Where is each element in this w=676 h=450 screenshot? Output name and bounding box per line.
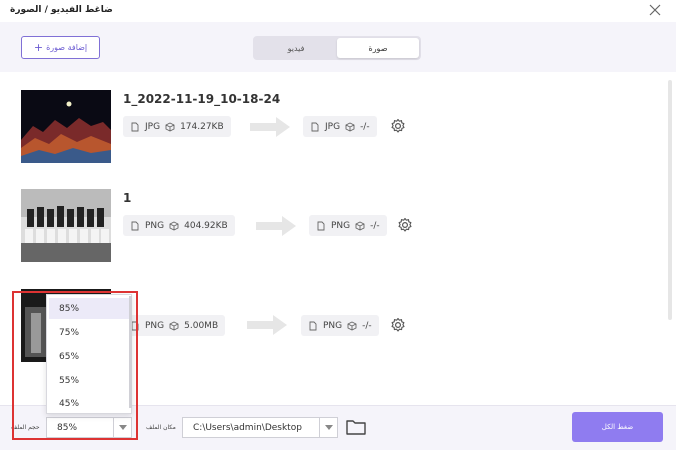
- window-title: ضاغط الفيديو / الصورة: [10, 5, 113, 15]
- source-size: 5.00MB: [184, 320, 219, 331]
- add-image-button[interactable]: + إضافة صورة: [21, 36, 100, 59]
- quality-value: 85%: [57, 422, 78, 433]
- file-icon: [131, 122, 139, 131]
- gear-icon[interactable]: [397, 217, 413, 233]
- tab-image[interactable]: صورة: [337, 38, 419, 58]
- file-icon: [317, 221, 325, 230]
- output-format: PNG: [323, 320, 343, 331]
- source-info: JPG 174.27KB: [123, 116, 231, 137]
- file-row: 1_2022-11-19_10-18-24 JPG 174.27KB JPG -…: [0, 90, 660, 170]
- source-size: 404.92KB: [184, 220, 228, 231]
- output-info: PNG -/-: [301, 315, 379, 336]
- add-image-label: إضافة صورة: [46, 43, 88, 52]
- output-format: PNG: [331, 220, 351, 231]
- source-info: PNG 5.00MB: [123, 315, 226, 336]
- file-icon: [309, 321, 317, 330]
- list-scrollbar[interactable]: [668, 80, 672, 320]
- gear-icon[interactable]: [390, 317, 406, 333]
- compress-all-button[interactable]: ضغط الكل: [572, 412, 663, 442]
- quality-option[interactable]: 65%: [49, 346, 131, 367]
- file-row: 1 PNG 404.92KB PNG -/-: [0, 189, 660, 269]
- quality-option[interactable]: 85%: [49, 298, 131, 319]
- file-thumbnail[interactable]: [21, 90, 111, 163]
- box-icon: [355, 220, 365, 231]
- source-format: JPG: [145, 121, 161, 132]
- location-path: C:\Users\admin\Desktop: [193, 422, 302, 433]
- output-size: -/-: [370, 220, 380, 231]
- location-select[interactable]: C:\Users\admin\Desktop: [182, 417, 338, 438]
- quality-option[interactable]: 45%: [49, 393, 131, 414]
- output-info: JPG -/-: [303, 116, 377, 137]
- box-icon: [169, 320, 179, 331]
- source-format: PNG: [145, 220, 165, 231]
- arrow-right-icon: [256, 216, 296, 236]
- title-bar: ضاغط الفيديو / الصورة: [0, 0, 676, 22]
- quality-dropdown: 85% 75% 65% 55% 45%: [46, 294, 132, 414]
- file-name: 1: [123, 191, 132, 205]
- quality-option[interactable]: 75%: [49, 322, 131, 343]
- source-info: PNG 404.92KB: [123, 215, 235, 236]
- toolbar: + إضافة صورة فيديو صورة: [0, 22, 676, 72]
- quality-select[interactable]: 85%: [46, 417, 132, 438]
- dropdown-scrollbar[interactable]: [129, 296, 132, 408]
- file-name: 1_2022-11-19_10-18-24: [123, 92, 281, 106]
- file-size-label: حجم الملف: [11, 424, 40, 431]
- output-format: JPG: [325, 121, 341, 132]
- arrow-right-icon: [250, 117, 290, 137]
- media-type-tabs: فيديو صورة: [253, 36, 421, 60]
- plus-icon: +: [33, 41, 44, 54]
- source-format: PNG: [145, 320, 165, 331]
- box-icon: [345, 121, 355, 132]
- chevron-down-icon: [319, 418, 337, 437]
- file-icon: [131, 221, 139, 230]
- output-size: -/-: [360, 121, 370, 132]
- quality-option[interactable]: 55%: [49, 370, 131, 391]
- close-icon[interactable]: [648, 3, 662, 17]
- folder-icon[interactable]: [346, 419, 366, 435]
- chevron-down-icon: [113, 418, 131, 437]
- output-size: -/-: [362, 320, 372, 331]
- tab-video[interactable]: فيديو: [255, 38, 337, 58]
- gear-icon[interactable]: [390, 118, 406, 134]
- arrow-right-icon: [247, 315, 287, 335]
- output-info: PNG -/-: [309, 215, 387, 236]
- file-thumbnail[interactable]: [21, 189, 111, 262]
- box-icon: [169, 220, 179, 231]
- box-icon: [165, 121, 175, 132]
- location-label: مكان الملف: [146, 424, 176, 431]
- source-size: 174.27KB: [180, 121, 224, 132]
- box-icon: [347, 320, 357, 331]
- file-icon: [311, 122, 319, 131]
